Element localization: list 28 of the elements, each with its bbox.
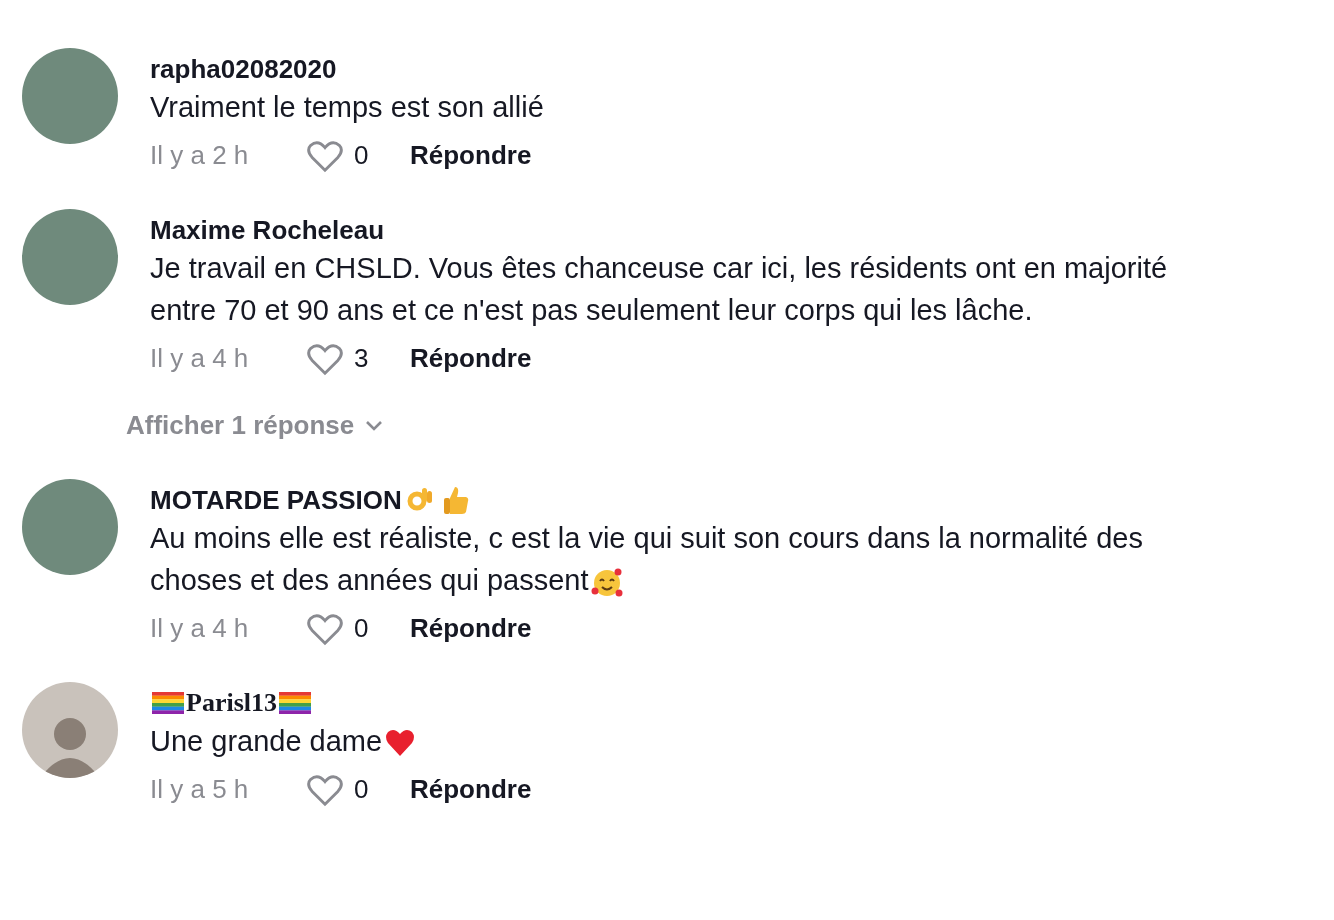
rainbow-flag-icon	[279, 692, 311, 714]
like-count: 3	[354, 342, 370, 375]
like-heart-icon[interactable]	[306, 138, 344, 173]
comment-text: Au moins elle est réaliste, c est la vie qui suit son cours dans la normalité des choses et des années qui passent	[150, 517, 1230, 601]
reply-button[interactable]: Répondre	[410, 770, 532, 809]
like-count: 0	[354, 612, 370, 645]
like-heart-icon[interactable]	[306, 341, 344, 376]
chevron-down-icon	[364, 418, 385, 433]
like-heart-icon[interactable]	[306, 611, 344, 646]
comment-text: Une grande dame	[150, 720, 1230, 762]
comment-text: Vraiment le temps est son allié	[150, 90, 545, 125]
like-heart-icon[interactable]	[306, 772, 344, 807]
like-count: 0	[354, 139, 370, 172]
username: rapha02082020	[150, 53, 337, 86]
like-count: 0	[354, 773, 370, 806]
reply-button[interactable]: Répondre	[410, 339, 532, 378]
comment-text: Je travail en CHSLD. Vous êtes chanceuse car ici, les résidents ont en majorité entre 70 et 90 ans et ce n'est pas seulement leur corps qui les lâche.	[150, 251, 1169, 328]
username: MOTARDE PASSION	[150, 484, 402, 517]
reply-button[interactable]: Répondre	[410, 136, 532, 175]
username: Maxime Rocheleau	[150, 214, 385, 247]
smiling-face-with-hearts-icon	[590, 566, 623, 599]
rainbow-flag-icon	[152, 692, 184, 714]
comment-time: Il y a 4 h	[150, 612, 250, 645]
comment-time: Il y a 5 h	[150, 773, 250, 806]
comment-time: Il y a 2 h	[150, 139, 250, 172]
comment-time: Il y a 4 h	[150, 342, 250, 375]
username: Parisl13	[186, 687, 277, 719]
reply-button[interactable]: Répondre	[410, 609, 532, 648]
